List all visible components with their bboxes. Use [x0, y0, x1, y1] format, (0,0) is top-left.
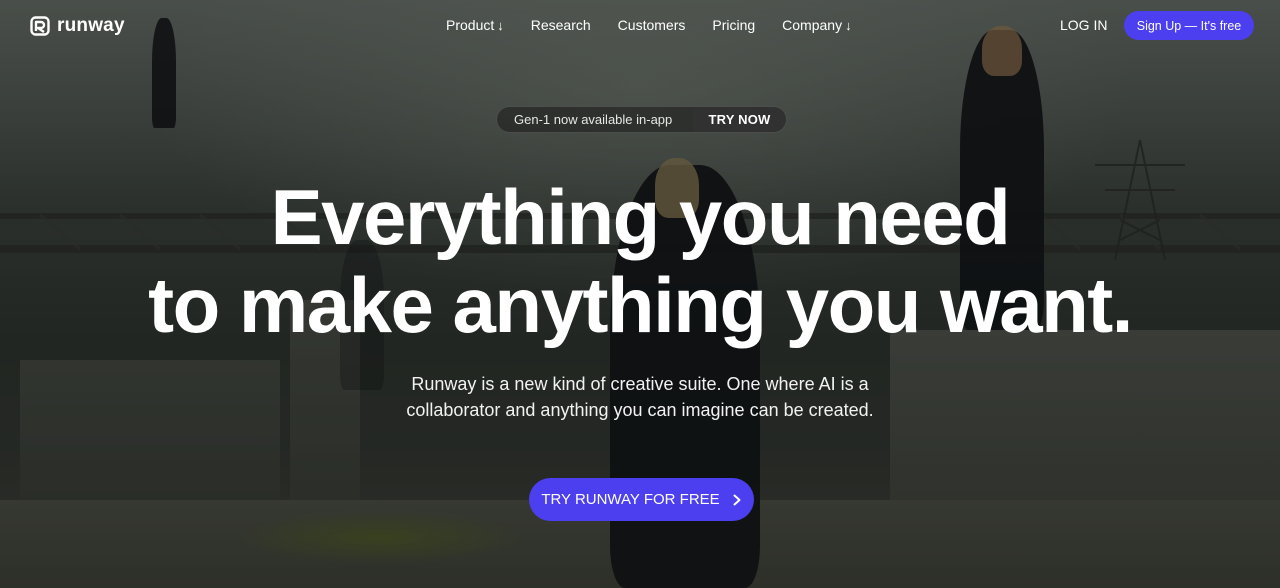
runway-logo[interactable]: runway: [30, 14, 125, 38]
try-runway-free-button[interactable]: TRY RUNWAY FOR FREE: [529, 478, 754, 521]
arrow-down-icon: ↓: [497, 17, 504, 33]
try-now-button[interactable]: TRY NOW: [693, 107, 786, 132]
nav-item-label: Company: [782, 17, 843, 33]
hero-headline: Everything you need to make anything you…: [0, 173, 1280, 349]
nav-item-label: Product: [446, 17, 495, 33]
arrow-down-icon: ↓: [845, 17, 852, 33]
hero-subheading: Runway is a new kind of creative suite. …: [340, 371, 940, 423]
nav-item-customers[interactable]: Customers: [618, 17, 686, 33]
login-link[interactable]: LOG IN: [1060, 17, 1107, 33]
top-nav: runway Product ↓ Research Customers Pric…: [0, 0, 1280, 52]
signup-button[interactable]: Sign Up — It's free: [1124, 11, 1254, 40]
headline-line-2: to make anything you want.: [148, 261, 1133, 349]
chevron-right-icon: [733, 494, 741, 505]
subhead-line-2: collaborator and anything you can imagin…: [406, 400, 874, 420]
runway-wordmark: runway: [57, 15, 125, 36]
headline-line-1: Everything you need: [270, 173, 1011, 261]
nav-item-label: Customers: [617, 17, 686, 33]
nav-item-company[interactable]: Company ↓: [782, 17, 851, 33]
subhead-line-1: Runway is a new kind of creative suite. …: [411, 374, 869, 394]
hero-section: runway Product ↓ Research Customers Pric…: [0, 0, 1280, 588]
cta-label: TRY RUNWAY FOR FREE: [541, 491, 720, 508]
nav-item-research[interactable]: Research: [531, 17, 591, 33]
nav-menu: Product ↓ Research Customers Pricing Com…: [446, 17, 852, 33]
runway-logo-icon: [30, 16, 50, 36]
nav-item-label: Pricing: [712, 17, 756, 33]
announcement-text: Gen-1 now available in-app: [514, 112, 673, 127]
nav-item-product[interactable]: Product ↓: [446, 17, 504, 33]
nav-item-pricing[interactable]: Pricing: [712, 17, 755, 33]
nav-item-label: Research: [530, 17, 591, 33]
announcement-pill[interactable]: Gen-1 now available in-app TRY NOW: [496, 106, 787, 133]
